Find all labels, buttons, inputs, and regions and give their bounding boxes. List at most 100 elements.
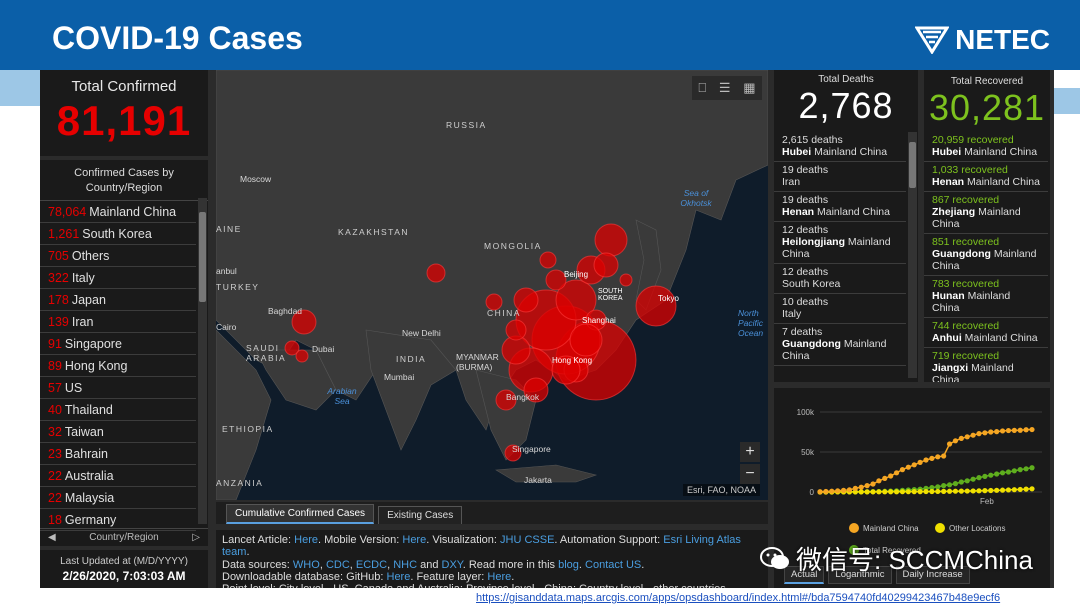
recovered-row[interactable]: 867 recovered Zhejiang Mainland China bbox=[924, 192, 1048, 234]
country-row[interactable]: 57 US bbox=[40, 377, 196, 399]
country-row[interactable]: 78,064 Mainland China bbox=[40, 201, 196, 223]
case-bubble[interactable] bbox=[426, 263, 446, 283]
recovered-row[interactable]: 783 recovered Hunan Mainland China bbox=[924, 276, 1048, 318]
death-row[interactable]: 19 deaths Henan Mainland China bbox=[774, 192, 906, 222]
chart-point bbox=[882, 489, 888, 495]
country-list[interactable]: 78,064 Mainland China 1,261 South Korea 705 O… bbox=[40, 201, 208, 531]
chart-point bbox=[888, 489, 894, 495]
chart-point bbox=[1011, 427, 1017, 433]
tab-existing-cases[interactable]: Existing Cases bbox=[378, 506, 463, 524]
recovered-row[interactable]: 20,959 recovered Hubei Mainland China bbox=[924, 132, 1048, 162]
recovered-row[interactable]: 744 recovered Anhui Mainland China bbox=[924, 318, 1048, 348]
info-link[interactable]: Contact US bbox=[585, 559, 641, 571]
country-row[interactable]: 91 Singapore bbox=[40, 333, 196, 355]
chart-point bbox=[846, 487, 853, 493]
country-row[interactable]: 139 Iran bbox=[40, 311, 196, 333]
slide-title: COVID-19 Cases bbox=[52, 20, 303, 56]
country-row[interactable]: 89 Hong Kong bbox=[40, 355, 196, 377]
case-bubble[interactable] bbox=[539, 251, 557, 269]
case-bubble[interactable] bbox=[594, 223, 628, 257]
recovered-list[interactable]: 20,959 recovered Hubei Mainland China 1,03… bbox=[924, 132, 1048, 382]
map-canvas[interactable] bbox=[216, 70, 768, 500]
info-link[interactable]: WHO bbox=[293, 559, 320, 571]
case-bubble[interactable] bbox=[295, 349, 309, 363]
world-map[interactable]: RUSSIA KAZAKHSTAN MONGOLIA CHINA INDIA M… bbox=[216, 70, 768, 500]
zoom-out-button[interactable]: − bbox=[740, 464, 760, 484]
death-row[interactable]: 7 deaths Guangdong Mainland China bbox=[774, 324, 906, 366]
info-line: Point level: City level - US, Canada and… bbox=[222, 583, 762, 588]
country-row[interactable]: 322 Italy bbox=[40, 267, 196, 289]
death-row[interactable]: 19 deaths Iran bbox=[774, 162, 906, 192]
deaths-scrollbar-thumb[interactable] bbox=[909, 142, 916, 188]
country-row[interactable]: 22 Australia bbox=[40, 465, 196, 487]
country-name: Taiwan bbox=[64, 425, 104, 439]
prev-arrow-icon[interactable]: ◀ bbox=[48, 532, 56, 543]
case-bubble[interactable] bbox=[635, 285, 677, 327]
country-row[interactable]: 705 Others bbox=[40, 245, 196, 267]
death-count: 2,615 deaths bbox=[782, 134, 843, 146]
chart-point bbox=[835, 488, 841, 494]
deaths-list[interactable]: 2,615 deaths Hubei Mainland China 19 death… bbox=[774, 132, 906, 366]
zoom-in-button[interactable]: + bbox=[740, 442, 760, 462]
chart-point bbox=[958, 435, 964, 441]
death-row[interactable]: 12 deaths South Korea bbox=[774, 264, 906, 294]
death-row[interactable]: 2,615 deaths Hubei Mainland China bbox=[774, 132, 906, 162]
recovered-row[interactable]: 1,033 recovered Henan Mainland China bbox=[924, 162, 1048, 192]
case-bubble[interactable] bbox=[569, 323, 603, 357]
chart-point bbox=[899, 489, 906, 495]
chart-point bbox=[982, 473, 988, 479]
country-row[interactable]: 40 Thailand bbox=[40, 399, 196, 421]
map-label-southkorea: SOUTH KOREA bbox=[598, 288, 623, 302]
case-bubble[interactable] bbox=[505, 319, 527, 341]
info-link[interactable]: Here bbox=[487, 571, 511, 583]
dashboard: Total Confirmed 81,191 Confirmed Cases b… bbox=[40, 70, 1054, 588]
death-row[interactable]: 12 deaths Heilongjiang Mainland China bbox=[774, 222, 906, 264]
country-row[interactable]: 178 Japan bbox=[40, 289, 196, 311]
chart-point bbox=[964, 478, 970, 484]
deaths-scrollbar[interactable] bbox=[908, 132, 917, 378]
next-arrow-icon[interactable]: ▷ bbox=[192, 532, 200, 543]
recovered-row[interactable]: 719 recovered Jiangxi Mainland China bbox=[924, 348, 1048, 382]
case-bubble[interactable] bbox=[545, 269, 567, 291]
info-link[interactable]: JHU CSSE bbox=[500, 534, 554, 546]
qr-code-icon[interactable]: ▦ bbox=[743, 80, 755, 96]
country-scrollbar-thumb[interactable] bbox=[199, 212, 206, 302]
map-label-ukraine: AINE bbox=[216, 224, 242, 234]
bookmark-icon[interactable]: ⎕ bbox=[698, 80, 706, 96]
chart-point bbox=[952, 488, 959, 494]
info-link[interactable]: Here bbox=[402, 534, 426, 546]
case-bubble[interactable] bbox=[619, 273, 633, 287]
country-count: 1,261 bbox=[48, 227, 80, 241]
map-label-bangkok: Bangkok bbox=[506, 392, 540, 402]
info-text: . Automation Support: bbox=[554, 534, 664, 546]
case-bubble[interactable] bbox=[593, 252, 619, 278]
info-text: . bbox=[511, 570, 515, 583]
info-link[interactable]: CDC bbox=[326, 559, 350, 571]
tab-cumulative-confirmed[interactable]: Cumulative Confirmed Cases bbox=[226, 504, 375, 524]
info-link[interactable]: NHC bbox=[393, 559, 417, 571]
country-row[interactable]: 23 Bahrain bbox=[40, 443, 196, 465]
death-row[interactable]: 10 deaths Italy bbox=[774, 294, 906, 324]
country-row[interactable]: 32 Taiwan bbox=[40, 421, 196, 443]
country-row[interactable]: 1,261 South Korea bbox=[40, 223, 196, 245]
country-row[interactable]: 22 Malaysia bbox=[40, 487, 196, 509]
recovered-place: Zhejiang bbox=[932, 206, 976, 218]
country-scrollbar[interactable] bbox=[198, 198, 207, 524]
chart-legend-label: Mainland China bbox=[863, 524, 919, 533]
country-name: Hong Kong bbox=[64, 359, 128, 373]
recovered-row[interactable]: 851 recovered Guangdong Mainland China bbox=[924, 234, 1048, 276]
info-link[interactable]: blog bbox=[558, 559, 579, 571]
country-name: Germany bbox=[64, 513, 117, 527]
list-icon[interactable]: ☰ bbox=[719, 80, 731, 96]
map-label-istanbul: anbul bbox=[216, 266, 237, 276]
info-link[interactable]: Here bbox=[294, 534, 318, 546]
info-link[interactable]: Here bbox=[387, 571, 411, 583]
info-link[interactable]: DXY bbox=[442, 559, 463, 571]
source-url[interactable]: https://gisanddata.maps.arcgis.com/apps/… bbox=[476, 592, 1000, 604]
total-recovered-panel: Total Recovered 30,281 20,959 recovered H… bbox=[924, 70, 1050, 382]
chart-point bbox=[976, 431, 982, 437]
country-name: Japan bbox=[71, 293, 106, 307]
info-link[interactable]: ECDC bbox=[356, 559, 387, 571]
chart-point bbox=[893, 470, 900, 476]
chart-point bbox=[941, 453, 947, 459]
